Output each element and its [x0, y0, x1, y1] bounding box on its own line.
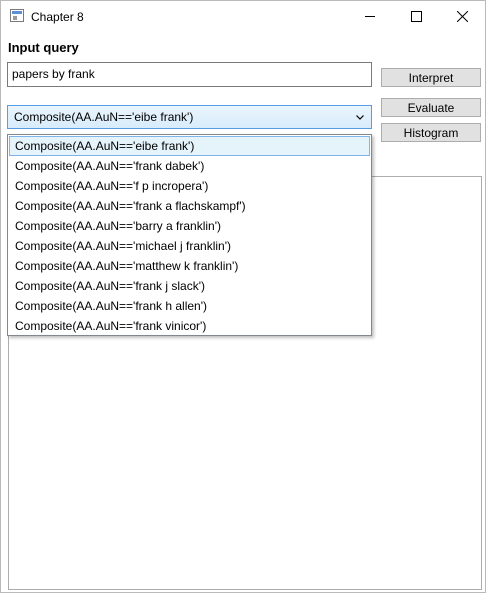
input-query-label: Input query: [8, 40, 79, 55]
dropdown-item[interactable]: Composite(AA.AuN=='frank h allen'): [9, 296, 370, 316]
evaluate-button[interactable]: Evaluate: [381, 98, 481, 117]
maximize-icon: [410, 10, 422, 22]
dropdown-item[interactable]: Composite(AA.AuN=='frank dabek'): [9, 156, 370, 176]
dropdown-item[interactable]: Composite(AA.AuN=='frank a flachskampf'): [9, 196, 370, 216]
minimize-button[interactable]: [347, 1, 393, 31]
dropdown-item[interactable]: Composite(AA.AuN=='frank vinicor'): [9, 316, 370, 336]
minimize-icon: [364, 15, 375, 17]
dropdown-item[interactable]: Composite(AA.AuN=='f p incropera'): [9, 176, 370, 196]
combobox-selected-value: Composite(AA.AuN=='eibe frank'): [14, 110, 194, 124]
interpretation-combobox[interactable]: Composite(AA.AuN=='eibe frank'): [7, 105, 372, 129]
title-bar[interactable]: Chapter 8: [1, 1, 485, 32]
histogram-button[interactable]: Histogram: [381, 123, 481, 142]
window-title: Chapter 8: [31, 10, 84, 24]
chevron-down-icon: [356, 115, 364, 120]
close-button[interactable]: [439, 1, 485, 31]
dropdown-item[interactable]: Composite(AA.AuN=='frank j slack'): [9, 276, 370, 296]
close-icon: [456, 10, 468, 22]
interpretation-dropdown-list[interactable]: Composite(AA.AuN=='eibe frank') Composite…: [7, 134, 372, 336]
dropdown-item[interactable]: Composite(AA.AuN=='eibe frank'): [9, 136, 370, 156]
app-window: Chapter 8 Input query papers by frank In…: [0, 0, 486, 593]
dropdown-item[interactable]: Composite(AA.AuN=='matthew k franklin'): [9, 256, 370, 276]
dropdown-item[interactable]: Composite(AA.AuN=='michael j franklin'): [9, 236, 370, 256]
maximize-button[interactable]: [393, 1, 439, 31]
app-window-icon: [10, 9, 24, 22]
query-input[interactable]: papers by frank: [7, 62, 372, 87]
dropdown-item[interactable]: Composite(AA.AuN=='barry a franklin'): [9, 216, 370, 236]
interpret-button[interactable]: Interpret: [381, 68, 481, 87]
